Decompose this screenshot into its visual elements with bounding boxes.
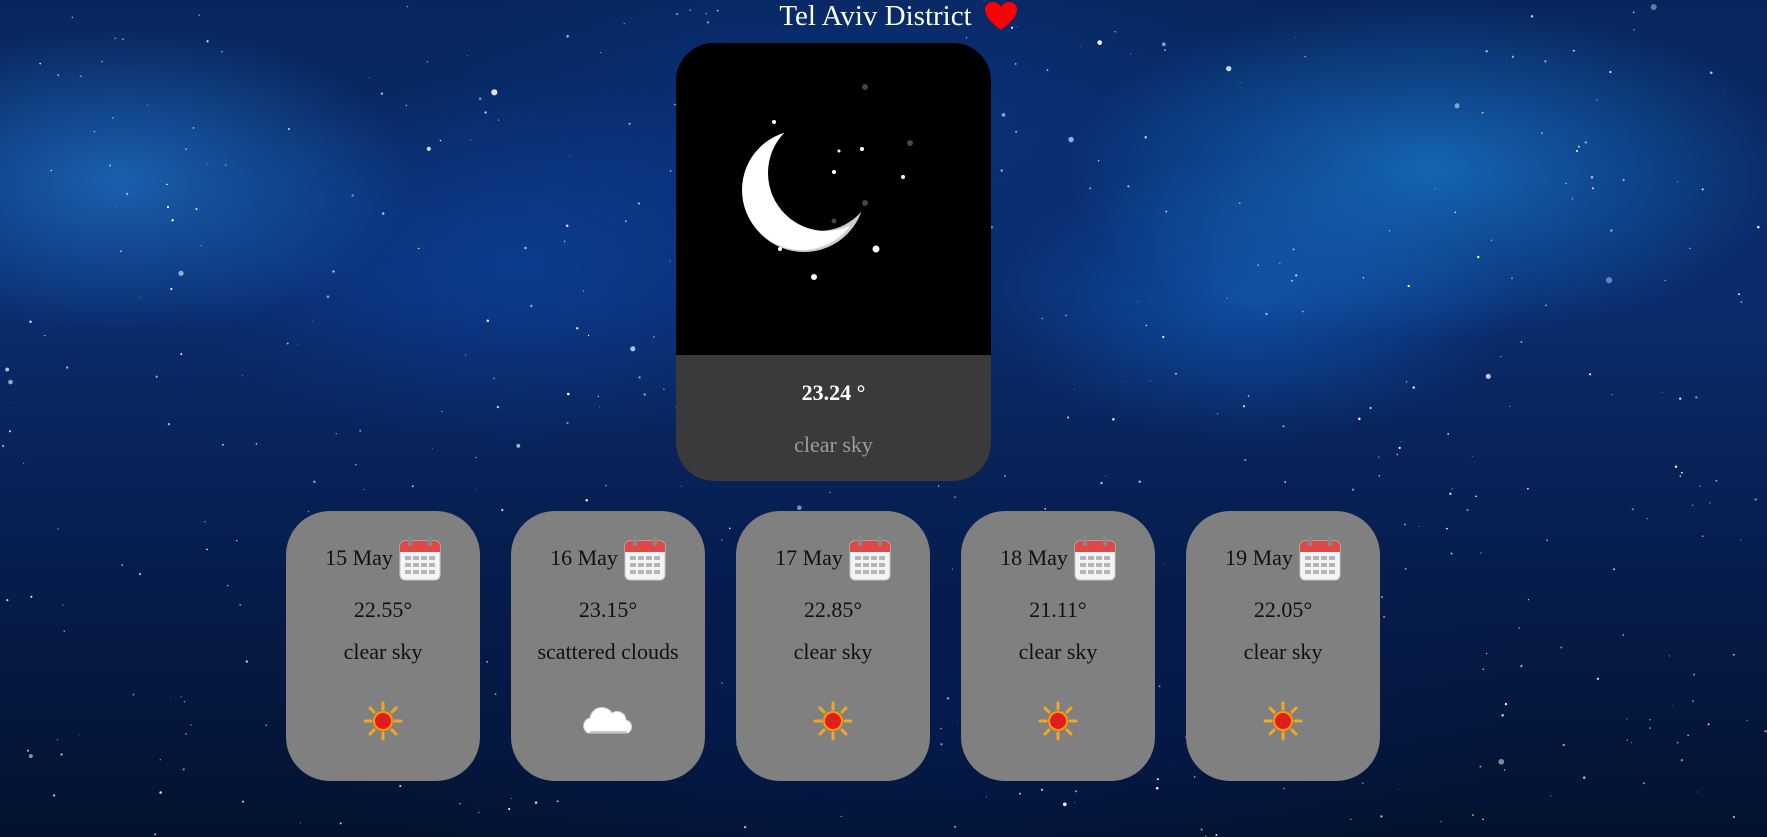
forecast-temperature: 22.05° bbox=[1253, 597, 1313, 622]
current-weather-card: 23.24 ° clear sky bbox=[676, 43, 991, 481]
cloud-icon bbox=[583, 707, 633, 734]
calendar-icon bbox=[849, 536, 891, 581]
forecast-description: clear sky bbox=[793, 639, 873, 664]
calendar-icon bbox=[624, 536, 666, 581]
forecast-date: 17 May bbox=[775, 545, 843, 570]
sun-icon bbox=[1263, 701, 1303, 741]
forecast-date: 19 May bbox=[1225, 545, 1293, 570]
forecast-temperature: 23.15° bbox=[578, 597, 638, 622]
calendar-icon bbox=[1074, 536, 1116, 581]
header-title-row: Tel Aviv District bbox=[779, 0, 1017, 32]
forecast-description: clear sky bbox=[1243, 639, 1323, 664]
calendar-icon bbox=[1299, 536, 1341, 581]
forecast-temperature: 22.55° bbox=[353, 597, 413, 622]
forecast-description: clear sky bbox=[1018, 639, 1098, 664]
forecast-date-row: 17 May bbox=[736, 533, 930, 583]
forecast-date-row: 15 May bbox=[286, 533, 480, 583]
forecast-list: 15 May 22.55° clear sky 16 May 23.15° sc… bbox=[286, 511, 1380, 781]
forecast-date-row: 19 May bbox=[1186, 533, 1380, 583]
forecast-description: clear sky bbox=[343, 639, 423, 664]
sun-icon bbox=[813, 701, 853, 741]
city-name: Tel Aviv District bbox=[779, 0, 972, 32]
header: Tel Aviv District bbox=[0, 0, 1767, 32]
forecast-date: 18 May bbox=[1000, 545, 1068, 570]
forecast-day-card[interactable]: 16 May 23.15° scattered clouds bbox=[511, 511, 705, 781]
forecast-temperature: 22.85° bbox=[803, 597, 863, 622]
crescent-moon-icon bbox=[742, 84, 913, 280]
forecast-day-card[interactable]: 15 May 22.55° clear sky bbox=[286, 511, 480, 781]
forecast-temperature: 21.11° bbox=[1029, 597, 1087, 622]
forecast-date: 15 May bbox=[325, 545, 393, 570]
heart-icon[interactable] bbox=[984, 1, 1018, 31]
forecast-date-row: 18 May bbox=[961, 533, 1155, 583]
current-weather-image bbox=[676, 43, 991, 355]
forecast-day-card[interactable]: 18 May 21.11° clear sky bbox=[961, 511, 1155, 781]
current-description: clear sky bbox=[794, 432, 873, 457]
forecast-day-card[interactable]: 19 May 22.05° clear sky bbox=[1186, 511, 1380, 781]
sun-icon bbox=[363, 701, 403, 741]
calendar-icon bbox=[399, 536, 441, 581]
forecast-description: scattered clouds bbox=[537, 639, 679, 664]
sun-icon bbox=[1038, 701, 1078, 741]
forecast-date: 16 May bbox=[550, 545, 618, 570]
current-temperature: 23.24 ° bbox=[801, 380, 866, 405]
forecast-date-row: 16 May bbox=[511, 533, 705, 583]
current-weather-info: 23.24 ° clear sky bbox=[676, 355, 991, 481]
forecast-day-card[interactable]: 17 May 22.85° clear sky bbox=[736, 511, 930, 781]
